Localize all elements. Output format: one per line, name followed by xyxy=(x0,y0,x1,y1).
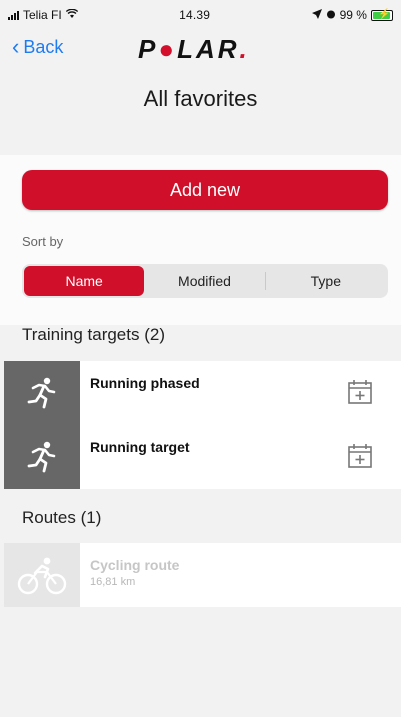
battery-percent: 99 % xyxy=(339,8,367,22)
sort-option-type[interactable]: Type xyxy=(266,266,386,296)
add-to-calendar-icon[interactable] xyxy=(347,443,375,469)
list-item-title: Running phased xyxy=(90,375,200,391)
list-item-title: Cycling route xyxy=(90,557,180,573)
cycling-icon xyxy=(4,543,80,607)
list-item-text: Cycling route 16,81 km xyxy=(80,543,401,607)
sort-segmented-control: Name Modified Type xyxy=(22,264,388,298)
polar-logo: P●LAR. xyxy=(138,34,250,64)
back-button[interactable]: ‹ Back xyxy=(12,36,63,58)
running-icon xyxy=(4,361,80,425)
back-label: Back xyxy=(23,36,64,57)
list-item-text: Running phased xyxy=(80,361,347,425)
status-right: 99 % ⚡ xyxy=(311,8,393,22)
list-item[interactable]: Running target xyxy=(4,425,401,489)
sort-option-name[interactable]: Name xyxy=(24,266,145,296)
section-title-routes: Routes (1) xyxy=(22,508,102,527)
empty-area xyxy=(4,607,401,717)
add-to-calendar-icon[interactable] xyxy=(347,379,375,405)
location-icon xyxy=(311,8,322,22)
section-title-training-targets: Training targets (2) xyxy=(22,325,165,344)
sort-option-modified[interactable]: Modified xyxy=(144,266,264,296)
route-distance: 16,81 km xyxy=(90,576,136,588)
list-item[interactable]: Cycling route 16,81 km xyxy=(4,543,401,607)
signal-icon xyxy=(8,10,19,20)
status-left: Telia FI xyxy=(8,8,78,22)
status-bar: Telia FI 14.39 99 % ⚡ xyxy=(0,0,401,30)
running-icon xyxy=(4,425,80,489)
page-title: All favorites xyxy=(143,86,258,111)
add-new-button[interactable]: Add new xyxy=(22,170,388,210)
wifi-icon xyxy=(65,8,78,21)
sort-by-label: Sort by xyxy=(22,234,64,249)
list-item-title: Running target xyxy=(90,439,190,455)
carrier-label: Telia FI xyxy=(23,8,62,22)
battery-icon: ⚡ xyxy=(370,9,393,21)
chevron-left-icon: ‹ xyxy=(12,34,20,59)
navigation-bar: ‹ Back P●LAR. xyxy=(0,30,401,66)
list-item[interactable]: Running phased xyxy=(4,361,401,425)
alarm-icon xyxy=(326,8,336,22)
status-time: 14.39 xyxy=(179,8,211,22)
list-item-text: Running target xyxy=(80,425,347,489)
